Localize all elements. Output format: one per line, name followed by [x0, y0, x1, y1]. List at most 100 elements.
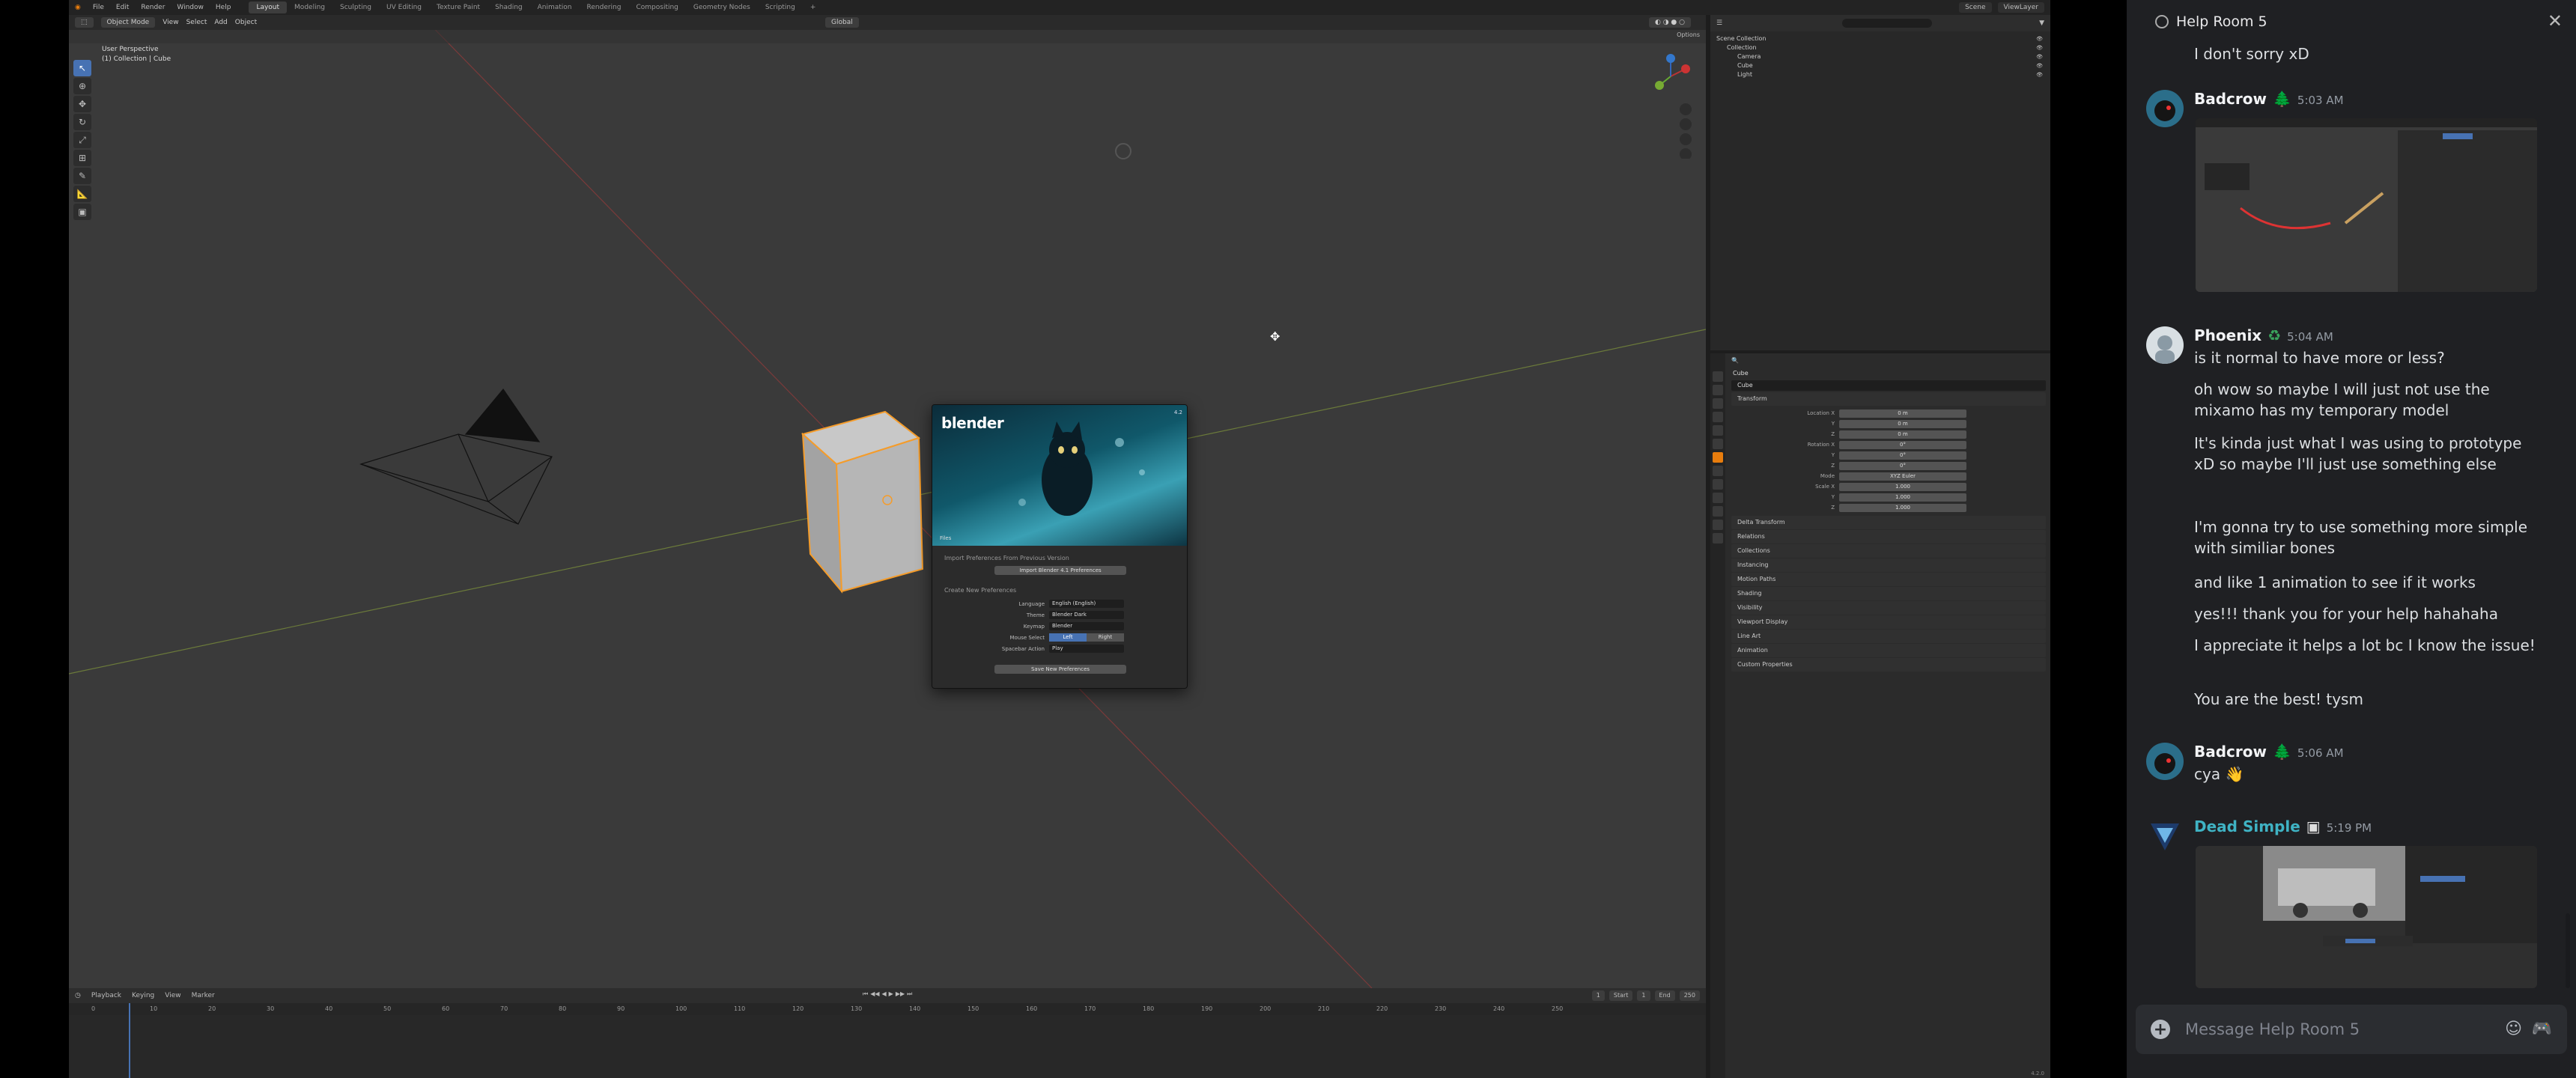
message-input[interactable]: Message Help Room 5 — [2185, 1020, 2360, 1038]
physics-tab-icon[interactable] — [1713, 493, 1723, 503]
keying-menu[interactable]: Keying — [132, 992, 154, 999]
visibility-icon[interactable]: 👁 — [2036, 52, 2043, 61]
cursor-tool-icon[interactable]: ⊕ — [73, 78, 91, 94]
properties-panel-header[interactable]: Shading — [1731, 587, 2046, 600]
viewlayer-selector[interactable]: ViewLayer — [1997, 2, 2044, 13]
property-value-input[interactable]: 1.000 — [1839, 503, 1966, 512]
object-tab-icon[interactable] — [1713, 452, 1723, 463]
play-reverse-icon[interactable]: ◀ — [882, 990, 887, 998]
marker-menu[interactable]: Marker — [192, 992, 215, 999]
properties-panel-header[interactable]: Custom Properties — [1731, 658, 2046, 672]
menu-edit[interactable]: Edit — [110, 4, 135, 11]
outliner-item[interactable]: Scene Collection 👁 — [1710, 34, 2050, 43]
outliner-item[interactable]: Camera 👁 — [1710, 52, 2050, 61]
properties-panel-header[interactable]: Line Art — [1731, 630, 2046, 643]
image-attachment[interactable] — [2196, 118, 2537, 292]
visibility-icon[interactable]: 👁 — [2036, 61, 2043, 70]
workspace-tab-scripting[interactable]: Scripting — [758, 1, 803, 13]
data-tab-icon[interactable] — [1713, 520, 1723, 530]
modifier-tab-icon[interactable] — [1713, 466, 1723, 476]
object-mode-dropdown[interactable]: Object Mode — [100, 17, 156, 28]
view-layer-tab-icon[interactable] — [1713, 412, 1723, 422]
options-dropdown[interactable]: Options — [1677, 31, 1700, 38]
property-value-input[interactable]: 0° — [1839, 461, 1966, 470]
menu-help[interactable]: Help — [210, 4, 237, 11]
save-preferences-button[interactable]: Save New Preferences — [994, 665, 1126, 674]
outliner-editor-icon[interactable]: ☰ — [1716, 19, 1722, 27]
menu-file[interactable]: File — [87, 4, 110, 11]
select-tool-icon[interactable]: ↖ — [73, 60, 91, 76]
property-value-input[interactable]: 0 m — [1839, 430, 1966, 439]
author-name[interactable]: Badcrow — [2194, 743, 2267, 761]
visibility-icon[interactable]: 👁 — [2036, 70, 2043, 79]
play-icon[interactable]: ▶ — [889, 990, 893, 998]
render-tab-icon[interactable] — [1713, 385, 1723, 395]
prev-key-icon[interactable]: ◀◀ — [870, 990, 879, 998]
end-frame-field[interactable]: 250 — [1679, 990, 1700, 1001]
image-attachment[interactable] — [2196, 846, 2537, 988]
properties-panel-header[interactable]: Animation — [1731, 644, 2046, 657]
message-author[interactable]: Dead Simple ▣ 5:19 PM — [2194, 817, 2372, 835]
close-icon[interactable]: ✕ — [2548, 10, 2563, 31]
view-menu-timeline[interactable]: View — [165, 992, 180, 999]
particles-tab-icon[interactable] — [1713, 479, 1723, 490]
transform-panel-header[interactable]: Transform — [1731, 392, 2046, 406]
jump-start-icon[interactable]: ⏮ — [863, 990, 868, 998]
properties-panel-header[interactable]: Collections — [1731, 544, 2046, 558]
properties-panel-header[interactable]: Instancing — [1731, 558, 2046, 572]
transform-tool-icon[interactable]: ⊞ — [73, 150, 91, 166]
next-key-icon[interactable]: ▶▶ — [896, 990, 905, 998]
workspace-tab-sculpting[interactable]: Sculpting — [332, 1, 379, 13]
properties-panel-header[interactable]: Relations — [1731, 530, 2046, 543]
outliner-item[interactable]: Cube 👁 — [1710, 61, 2050, 70]
outliner[interactable]: ☰ ▼ Scene Collection 👁 Collection 👁 Camera 👁 C… — [1710, 15, 2050, 350]
scale-tool-icon[interactable]: ⤢ — [73, 132, 91, 148]
navigation-gizmo[interactable] — [1644, 46, 1697, 159]
workspace-tab-compositing[interactable]: Compositing — [628, 1, 685, 13]
view-menu[interactable]: View — [162, 19, 178, 26]
workspace-tab-geometry-nodes[interactable]: Geometry Nodes — [686, 1, 758, 13]
spacebar-dropdown[interactable]: Play — [1049, 645, 1124, 653]
visibility-icon[interactable]: 👁 — [2036, 34, 2043, 43]
select-menu[interactable]: Select — [186, 19, 207, 26]
properties-panel-header[interactable]: Delta Transform — [1731, 516, 2046, 529]
rotate-tool-icon[interactable]: ↻ — [73, 114, 91, 130]
outliner-item[interactable]: Collection 👁 — [1710, 43, 2050, 52]
shading-modes[interactable]: ◐ ◑ ● ○ — [1649, 17, 1691, 28]
author-name[interactable]: Badcrow — [2194, 90, 2267, 108]
workspace-tab-texture-paint[interactable]: Texture Paint — [429, 1, 487, 13]
menu-window[interactable]: Window — [171, 4, 210, 11]
output-tab-icon[interactable] — [1713, 398, 1723, 409]
mouse-select-right-button[interactable]: Right — [1087, 633, 1124, 642]
move-tool-icon[interactable]: ✥ — [73, 96, 91, 112]
menu-render[interactable]: Render — [135, 4, 171, 11]
property-value-input[interactable]: 1.000 — [1839, 493, 1966, 502]
workspace-tab-layout[interactable]: Layout — [249, 1, 288, 13]
constraints-tab-icon[interactable] — [1713, 506, 1723, 517]
properties-panel-header[interactable]: Visibility — [1731, 601, 2046, 615]
property-value-input[interactable]: XYZ Euler — [1839, 472, 1966, 481]
message-author[interactable]: Phoenix ♻ 5:04 AM — [2194, 326, 2333, 344]
properties-panel-header[interactable]: Viewport Display — [1731, 615, 2046, 629]
scrollbar[interactable] — [2566, 913, 2570, 988]
add-workspace-icon[interactable]: + — [803, 1, 824, 13]
workspace-tab-animation[interactable]: Animation — [530, 1, 580, 13]
outliner-item[interactable]: Light 👁 — [1710, 70, 2050, 79]
workspace-tab-modeling[interactable]: Modeling — [287, 1, 332, 13]
editor-type-icon[interactable]: ⬚ — [75, 17, 94, 28]
message-author[interactable]: Badcrow 🌲 5:03 AM — [2194, 90, 2344, 108]
add-attachment-icon[interactable]: + — [2151, 1020, 2170, 1039]
message-composer[interactable]: + Message Help Room 5 ☺ 🎮 — [2136, 1005, 2567, 1054]
message-list[interactable]: I don't sorry xD Badcrow 🌲 5:03 AM Phoen… — [2127, 43, 2576, 991]
timeline-ruler[interactable]: 0 10 20 30 40 50 60 70 80 90 100 110 120 130 140 150 160… — [69, 1003, 1706, 1015]
property-value-input[interactable]: 0° — [1839, 451, 1966, 460]
avatar[interactable] — [2146, 743, 2184, 780]
message-author[interactable]: Badcrow 🌲 5:06 AM — [2194, 743, 2344, 761]
author-name[interactable]: Phoenix — [2194, 326, 2261, 344]
property-value-input[interactable]: 0° — [1839, 440, 1966, 449]
current-frame-field[interactable]: 1 — [1591, 990, 1605, 1001]
start-frame-field[interactable]: 1 — [1637, 990, 1650, 1001]
playback-menu[interactable]: Playback — [91, 992, 121, 999]
workspace-tab-uv-editing[interactable]: UV Editing — [379, 1, 429, 13]
mouse-select-left-button[interactable]: Left — [1049, 633, 1087, 642]
